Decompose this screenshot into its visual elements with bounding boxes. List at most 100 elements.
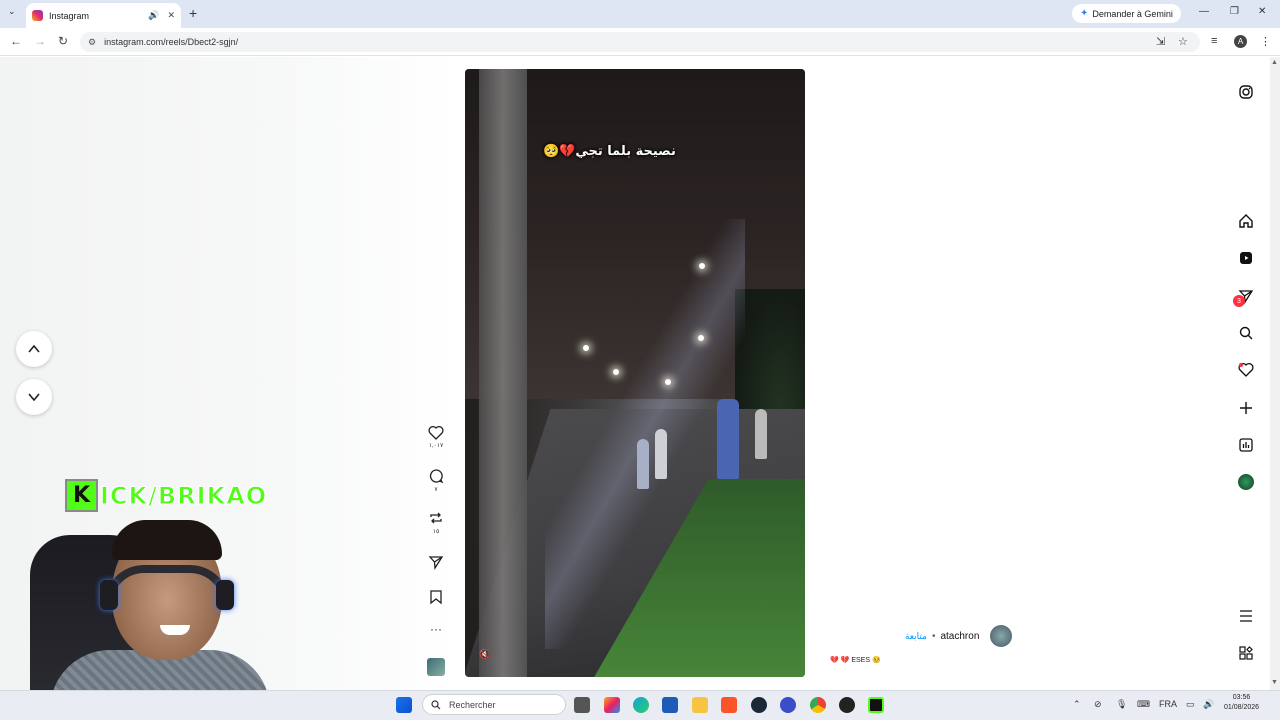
video-pole — [479, 69, 527, 677]
edge-icon[interactable] — [633, 697, 649, 713]
audio-thumbnail[interactable] — [427, 658, 445, 676]
search-icon[interactable] — [1236, 323, 1256, 343]
copilot-icon[interactable] — [604, 697, 620, 713]
tab-search-icon[interactable]: ⌄ — [8, 6, 16, 17]
install-app-icon[interactable]: ⇲ — [1156, 35, 1165, 48]
also-from-meta-icon[interactable] — [1236, 643, 1256, 663]
tray-keyboard-icon[interactable]: ⌨ — [1137, 699, 1150, 710]
mute-icon[interactable]: 🔇 — [479, 649, 490, 660]
tray-volume-icon[interactable]: 🔊 — [1203, 699, 1214, 710]
clock-time: 03:56 — [1232, 694, 1251, 701]
separator-dot: • — [931, 630, 936, 642]
reading-list-icon[interactable]: ≡ — [1211, 35, 1217, 47]
headset — [104, 565, 230, 605]
new-tab-button[interactable]: + — [189, 5, 197, 21]
post-author-row: متابعة • atachron — [905, 625, 1013, 647]
close-window-icon[interactable]: ✕ — [1258, 6, 1266, 17]
video-light-streak — [545, 219, 745, 649]
tab-title: Instagram — [49, 10, 90, 21]
taskbar-search[interactable]: Rechercher — [422, 694, 566, 715]
file-explorer-icon[interactable] — [692, 697, 708, 713]
follow-button[interactable]: متابعة — [905, 631, 927, 642]
post-description: 💔 💔 ESES 🥺 — [830, 657, 881, 664]
tray-mic-icon[interactable]: 🎙 — [1116, 699, 1127, 710]
obs-icon[interactable] — [839, 697, 855, 713]
minimize-icon[interactable]: — — [1199, 6, 1209, 17]
page-scrollbar[interactable]: ▲ ▼ — [1270, 57, 1280, 690]
pedestrian — [717, 399, 739, 479]
next-reel-button[interactable] — [16, 379, 52, 415]
heart-icon — [428, 425, 444, 440]
app-icon[interactable] — [780, 697, 796, 713]
send-icon — [428, 556, 444, 570]
notification-badge: 3 — [1233, 295, 1245, 307]
instagram-logo-icon[interactable] — [1236, 82, 1256, 102]
pedestrian — [755, 409, 767, 459]
profile-avatar-icon[interactable] — [1238, 474, 1254, 490]
steam-icon[interactable] — [751, 697, 767, 713]
repost-icon — [430, 512, 442, 524]
author-avatar[interactable] — [990, 625, 1013, 647]
more-options-button[interactable]: ··· — [424, 622, 448, 636]
pedestrian — [637, 439, 649, 489]
kick-app-icon[interactable] — [868, 697, 884, 713]
comment-button[interactable]: ٧ — [424, 468, 448, 493]
create-plus-icon[interactable] — [1236, 398, 1256, 418]
chrome-icon[interactable] — [810, 697, 826, 713]
windows-start-icon[interactable] — [396, 697, 412, 713]
reload-icon[interactable]: ↻ — [58, 34, 68, 48]
address-bar-row: ← → ↻ ⚙ instagram.com/reels/Dbect2-sgjn/… — [0, 28, 1280, 56]
taskbar-clock[interactable]: 03:56 01/08/2026 — [1224, 693, 1259, 713]
chevron-up-icon — [28, 344, 40, 353]
street-lamp — [583, 345, 589, 351]
menu-dots-icon[interactable]: ⋮ — [1260, 35, 1271, 48]
store-icon[interactable] — [662, 697, 678, 713]
profile-avatar[interactable]: A — [1234, 35, 1247, 48]
more-menu-icon[interactable] — [1236, 606, 1256, 626]
share-button[interactable] — [424, 554, 448, 570]
repost-button[interactable]: ١٥ — [424, 510, 448, 535]
repost-count: ١٥ — [432, 529, 440, 535]
street-lamp — [699, 263, 705, 269]
tray-network-icon[interactable]: ⊘ — [1094, 699, 1102, 710]
more-dots-icon: ··· — [430, 622, 442, 636]
close-tab-icon[interactable]: ✕ — [167, 10, 175, 21]
save-button[interactable] — [424, 589, 448, 605]
author-username[interactable]: atachron — [940, 631, 979, 642]
reel-caption: نصيحة بلما تجي💔🥺 — [543, 144, 676, 159]
like-count: ١,٠١٧ — [428, 443, 444, 449]
search-glass-icon — [431, 699, 441, 709]
speaker-icon[interactable]: 🔊 — [148, 10, 159, 21]
bookmark-star-icon[interactable]: ☆ — [1178, 35, 1188, 48]
language-indicator[interactable]: FRA — [1159, 699, 1177, 709]
headset-earcup — [216, 580, 234, 610]
site-info-icon[interactable]: ⚙ — [88, 37, 96, 48]
notifications-heart-icon[interactable] — [1236, 360, 1256, 380]
reels-icon[interactable] — [1236, 248, 1256, 268]
back-icon[interactable]: ← — [10, 34, 22, 48]
scroll-up-icon[interactable]: ▲ — [1271, 59, 1278, 66]
dashboard-icon[interactable] — [1236, 435, 1256, 455]
screen: ⌄ Instagram 🔊 ✕ + ✦ Demander à Gemini — … — [0, 0, 1280, 720]
kick-logo: K — [65, 479, 98, 512]
forward-icon[interactable]: → — [34, 34, 46, 48]
comment-count: ٧ — [434, 487, 438, 493]
restore-icon[interactable]: ❐ — [1230, 6, 1239, 17]
tray-display-icon[interactable]: ▭ — [1186, 699, 1195, 710]
task-view-icon[interactable] — [574, 697, 590, 713]
gemini-label: Demander à Gemini — [1092, 8, 1173, 19]
home-icon[interactable] — [1236, 211, 1256, 231]
gemini-star-icon: ✦ — [1080, 8, 1089, 19]
previous-reel-button[interactable] — [16, 331, 52, 367]
tray-chevron-icon[interactable]: ⌃ — [1073, 699, 1081, 710]
tab-instagram[interactable]: Instagram 🔊 ✕ — [26, 3, 181, 28]
gemini-button[interactable]: ✦ Demander à Gemini — [1072, 4, 1181, 23]
instagram-favicon-icon — [32, 10, 43, 21]
url-text: instagram.com/reels/Dbect2-sgjn/ — [104, 37, 239, 47]
brave-icon[interactable] — [721, 697, 737, 713]
scroll-down-icon[interactable]: ▼ — [1271, 679, 1278, 686]
reel-video[interactable]: نصيحة بلما تجي💔🥺 🔇 — [465, 69, 805, 677]
like-button[interactable]: ١,٠١٧ — [424, 425, 448, 449]
search-placeholder: Rechercher — [449, 699, 496, 710]
url-field[interactable]: ⚙ instagram.com/reels/Dbect2-sgjn/ — [80, 32, 1200, 52]
